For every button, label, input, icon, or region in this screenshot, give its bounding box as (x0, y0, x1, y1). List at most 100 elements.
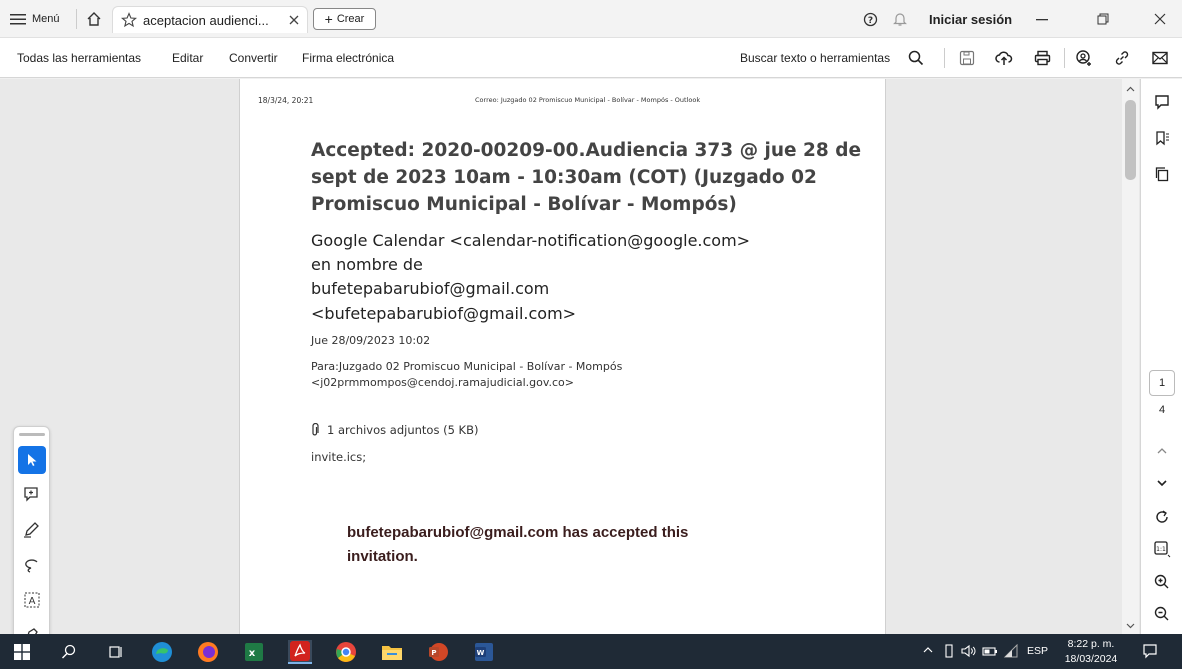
menu-button[interactable]: Menú (10, 0, 60, 38)
body-line-1: bufetepabarubiof@gmail.com has accepted … (347, 524, 689, 541)
copy-pages-icon (1155, 167, 1169, 182)
powerpoint-app[interactable]: P (426, 640, 450, 664)
comment-add-icon (24, 487, 38, 502)
print-button[interactable] (1032, 48, 1052, 68)
firefox-icon (198, 642, 218, 662)
svg-text:P: P (431, 649, 436, 657)
search-icon (908, 50, 924, 66)
start-button[interactable] (10, 640, 34, 664)
document-viewport[interactable]: 18/3/24, 20:21 Correo: Juzgado 02 Promis… (0, 79, 1140, 634)
attachments-row: 1 archivos adjuntos (5 KB) (311, 423, 478, 437)
pages-panel-button[interactable] (1149, 161, 1175, 187)
vertical-scrollbar[interactable] (1122, 79, 1139, 634)
file-explorer-app[interactable] (380, 640, 404, 664)
clock-date: 18/03/2024 (1064, 653, 1118, 665)
acrobat-app[interactable] (288, 640, 312, 664)
current-page-input[interactable]: 1 (1149, 370, 1175, 396)
word-icon: W (475, 643, 493, 661)
draw-tool[interactable] (18, 516, 46, 544)
word-app[interactable]: W (472, 640, 496, 664)
scroll-up-arrow-icon[interactable] (1122, 83, 1139, 95)
upload-button[interactable] (994, 48, 1014, 68)
text-box-icon: A (24, 592, 40, 608)
next-page-button[interactable] (1149, 470, 1175, 496)
edge-icon (152, 642, 172, 662)
close-icon (1154, 13, 1166, 25)
text-select-tool[interactable]: A (18, 586, 46, 614)
share-people-button[interactable] (1074, 48, 1094, 68)
menu-label: Menú (32, 13, 60, 25)
signin-button[interactable]: Iniciar sesión (929, 0, 1012, 38)
fit-page-button[interactable]: 1:1 (1149, 536, 1175, 562)
home-icon (87, 12, 101, 26)
chevron-up-icon (923, 647, 933, 653)
comments-panel-button[interactable] (1149, 89, 1175, 115)
battery-tray-icon[interactable] (982, 644, 998, 658)
chevron-down-icon (1157, 480, 1167, 487)
language-indicator[interactable]: ESP (1027, 645, 1048, 657)
email-to-line-1: Para:Juzgado 02 Promiscuo Municipal - Bo… (311, 360, 623, 373)
menu-e-signature[interactable]: Firma electrónica (302, 38, 394, 78)
menu-edit[interactable]: Editar (172, 38, 203, 78)
usb-tray-icon[interactable] (943, 644, 955, 658)
email-subject-line-1: Accepted: 2020-00209-00.Audiencia 373 @ … (311, 140, 861, 161)
chrome-app[interactable] (334, 640, 358, 664)
signin-label: Iniciar sesión (929, 11, 1013, 27)
crear-button[interactable]: + Crear (313, 8, 376, 30)
taskbar-search-button[interactable] (57, 640, 81, 664)
sender-line-4: <bufetepabarubiof@gmail.com> (311, 304, 577, 323)
menu-convert[interactable]: Convertir (229, 38, 278, 78)
search-icon (62, 644, 76, 659)
close-window-button[interactable] (1154, 0, 1166, 38)
zoom-out-button[interactable] (1149, 601, 1175, 627)
svg-text:x: x (249, 648, 256, 659)
drag-handle[interactable] (19, 433, 45, 436)
clock[interactable]: 8:22 p. m. 18/03/2024 (1063, 637, 1119, 667)
close-tab-icon[interactable] (289, 15, 299, 25)
acrobat-icon (290, 641, 310, 661)
tab-title: aceptacion audienci... (143, 12, 269, 28)
tray-expand-button[interactable] (922, 645, 934, 655)
link-button[interactable] (1112, 48, 1132, 68)
user-add-icon (1076, 49, 1091, 66)
add-comment-tool[interactable] (18, 481, 46, 509)
freehand-tool[interactable] (18, 551, 46, 579)
task-view-icon (109, 646, 122, 658)
pdf-page: 18/3/24, 20:21 Correo: Juzgado 02 Promis… (239, 79, 886, 634)
home-button[interactable] (86, 0, 102, 38)
comment-icon (1155, 95, 1169, 110)
edge-app[interactable] (150, 640, 174, 664)
select-tool[interactable] (18, 446, 46, 474)
total-pages: 4 (1158, 404, 1166, 416)
zoom-out-icon (1154, 606, 1169, 621)
firefox-app[interactable] (196, 640, 220, 664)
email-button[interactable] (1150, 48, 1170, 68)
bookmark-icon (1156, 131, 1169, 146)
lasso-icon (25, 559, 38, 573)
task-view-button[interactable] (104, 640, 128, 664)
save-button[interactable] (957, 48, 977, 68)
email-date: Jue 28/09/2023 10:02 (311, 334, 431, 347)
star-icon[interactable] (121, 12, 137, 28)
notifications-button[interactable] (893, 0, 907, 38)
bookmarks-panel-button[interactable] (1149, 125, 1175, 151)
refresh-button[interactable] (1149, 504, 1175, 530)
search-tools-label[interactable]: Buscar texto o herramientas (740, 38, 890, 78)
fill-sign-tool[interactable] (18, 621, 46, 634)
minimize-button[interactable] (1036, 0, 1048, 38)
scroll-down-arrow-icon[interactable] (1122, 620, 1139, 632)
restore-icon (1097, 13, 1109, 25)
previous-page-button[interactable] (1149, 438, 1175, 464)
volume-tray-icon[interactable] (961, 644, 977, 658)
tab-document[interactable]: aceptacion audienci... (112, 6, 308, 33)
menu-all-tools[interactable]: Todas las herramientas (17, 38, 141, 78)
link-icon (1115, 51, 1129, 65)
restore-button[interactable] (1097, 0, 1109, 38)
help-button[interactable]: ? (863, 0, 878, 38)
notification-center-button[interactable] (1142, 643, 1158, 659)
search-button[interactable] (906, 48, 926, 68)
scroll-thumb[interactable] (1125, 100, 1136, 180)
excel-app[interactable]: x (242, 640, 266, 664)
wifi-tray-icon[interactable] (1003, 644, 1019, 658)
zoom-in-button[interactable] (1149, 569, 1175, 595)
